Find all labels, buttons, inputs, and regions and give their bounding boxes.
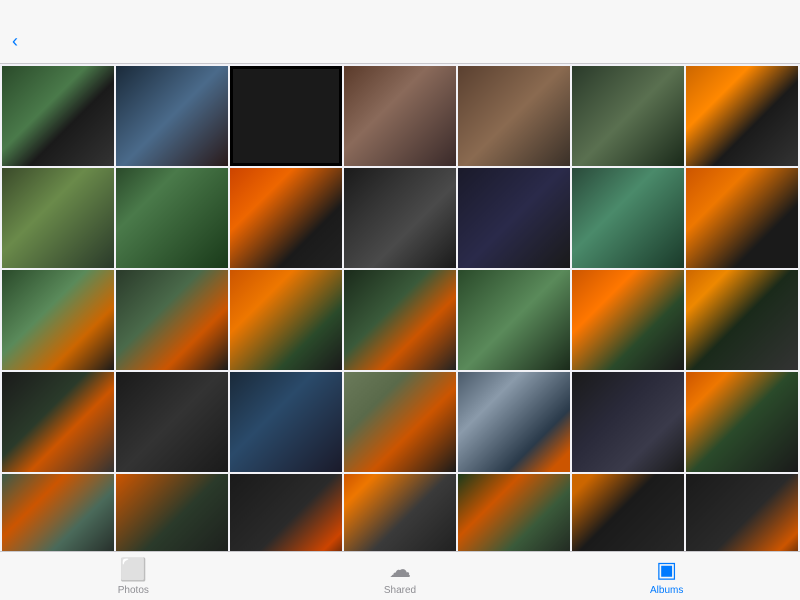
photo-inner: [572, 372, 684, 472]
photo-inner: [686, 474, 798, 551]
tab-item-albums[interactable]: ▣ Albums: [533, 557, 800, 596]
photos-tab-label: Photos: [118, 585, 149, 596]
grid-row: [2, 270, 798, 370]
status-bar: [0, 0, 800, 20]
photo-inner: [116, 474, 228, 551]
photo-inner: [116, 66, 228, 166]
nav-bar: ‹: [0, 20, 800, 64]
photo-thumb[interactable]: [458, 66, 570, 166]
photo-thumb[interactable]: [116, 66, 228, 166]
photo-inner: [2, 372, 114, 472]
photo-thumb[interactable]: [686, 270, 798, 370]
photo-inner: [458, 372, 570, 472]
photo-thumb[interactable]: [458, 270, 570, 370]
photo-inner: [344, 270, 456, 370]
photo-inner: [686, 372, 798, 472]
shared-tab-label: Shared: [384, 585, 416, 596]
grid-row: [2, 372, 798, 472]
photo-thumb[interactable]: [458, 474, 570, 551]
photo-thumb[interactable]: [686, 66, 798, 166]
photo-inner: [116, 168, 228, 268]
photo-inner: [458, 474, 570, 551]
photo-inner: [572, 66, 684, 166]
photo-thumb[interactable]: [344, 474, 456, 551]
photo-inner: [230, 372, 342, 472]
photo-inner: [686, 168, 798, 268]
photo-thumb[interactable]: [572, 372, 684, 472]
photo-inner: [2, 270, 114, 370]
photo-thumb[interactable]: [344, 66, 456, 166]
photo-thumb[interactable]: [2, 168, 114, 268]
photo-inner: [686, 66, 798, 166]
photo-inner: [458, 270, 570, 370]
photo-thumb[interactable]: [230, 474, 342, 551]
tab-bar: ⬜ Photos ☁ Shared ▣ Albums: [0, 551, 800, 600]
photo-inner: [116, 270, 228, 370]
photo-thumb[interactable]: [2, 372, 114, 472]
back-button[interactable]: ‹: [12, 31, 22, 52]
photo-thumb[interactable]: [230, 372, 342, 472]
tab-item-shared[interactable]: ☁ Shared: [267, 557, 534, 596]
grid-row: [2, 474, 798, 551]
shared-tab-icon: ☁: [389, 557, 411, 583]
photos-tab-icon: ⬜: [120, 557, 147, 583]
photo-inner: [230, 474, 342, 551]
photo-inner: [344, 474, 456, 551]
photo-inner: [2, 66, 114, 166]
photo-inner: [230, 168, 342, 268]
photo-thumb[interactable]: [344, 270, 456, 370]
photo-inner: [572, 168, 684, 268]
grid-row: [2, 66, 798, 166]
photo-thumb[interactable]: [230, 66, 342, 166]
photo-thumb[interactable]: [2, 66, 114, 166]
photo-thumb[interactable]: [230, 168, 342, 268]
photo-thumb[interactable]: [2, 270, 114, 370]
photo-thumb[interactable]: [116, 372, 228, 472]
photo-thumb[interactable]: [572, 168, 684, 268]
photo-inner: [458, 168, 570, 268]
photo-inner: [344, 66, 456, 166]
photo-inner: [116, 372, 228, 472]
photo-thumb[interactable]: [116, 474, 228, 551]
photo-inner: [686, 270, 798, 370]
photo-thumb[interactable]: [686, 168, 798, 268]
photo-thumb[interactable]: [344, 168, 456, 268]
grid-row: [2, 168, 798, 268]
photo-inner: [344, 168, 456, 268]
photo-thumb[interactable]: [458, 372, 570, 472]
albums-tab-label: Albums: [650, 585, 683, 596]
photo-inner: [572, 270, 684, 370]
photo-thumb[interactable]: [686, 372, 798, 472]
photo-thumb[interactable]: [2, 474, 114, 551]
photo-thumb[interactable]: [572, 474, 684, 551]
photo-thumb[interactable]: [572, 270, 684, 370]
tab-item-photos[interactable]: ⬜ Photos: [0, 557, 267, 596]
back-arrow-icon: ‹: [12, 31, 18, 52]
photo-inner: [230, 66, 342, 166]
photo-inner: [458, 66, 570, 166]
photo-thumb[interactable]: [572, 66, 684, 166]
photo-thumb[interactable]: [458, 168, 570, 268]
photo-grid: [0, 64, 800, 551]
albums-tab-icon: ▣: [656, 557, 677, 583]
photo-thumb[interactable]: [344, 372, 456, 472]
photo-thumb[interactable]: [230, 270, 342, 370]
photo-thumb[interactable]: [116, 168, 228, 268]
photo-thumb[interactable]: [116, 270, 228, 370]
photo-inner: [230, 270, 342, 370]
photo-inner: [2, 474, 114, 551]
photo-inner: [2, 168, 114, 268]
photo-inner: [572, 474, 684, 551]
photo-inner: [344, 372, 456, 472]
photo-thumb[interactable]: [686, 474, 798, 551]
